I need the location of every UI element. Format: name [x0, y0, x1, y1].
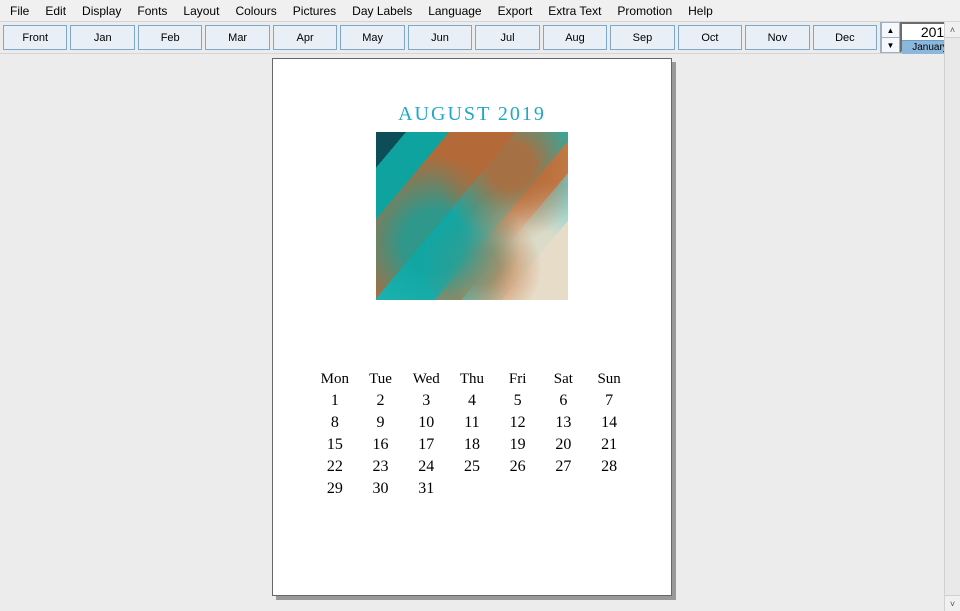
- menu-fonts[interactable]: Fonts: [129, 2, 175, 20]
- caret-down-icon: ˅: [950, 599, 955, 609]
- scroll-down-button[interactable]: ˅: [945, 595, 960, 611]
- day-header-mon: Mon: [312, 368, 358, 390]
- day-cell[interactable]: 15: [312, 434, 358, 456]
- tab-jan[interactable]: Jan: [70, 25, 134, 50]
- tab-mar[interactable]: Mar: [205, 25, 269, 50]
- day-cell[interactable]: 19: [495, 434, 541, 456]
- day-cell[interactable]: 8: [312, 412, 358, 434]
- menu-export[interactable]: Export: [490, 2, 541, 20]
- day-cell[interactable]: 29: [312, 478, 358, 500]
- tab-apr[interactable]: Apr: [273, 25, 337, 50]
- calendar-photo[interactable]: [376, 132, 568, 300]
- day-cell[interactable]: 28: [586, 456, 632, 478]
- tab-dec[interactable]: Dec: [813, 25, 877, 50]
- year-spinner: ▲ ▼: [880, 22, 900, 53]
- day-cell[interactable]: 2: [358, 390, 404, 412]
- day-cell[interactable]: 23: [358, 456, 404, 478]
- day-cell[interactable]: 5: [495, 390, 541, 412]
- day-cell[interactable]: 1: [312, 390, 358, 412]
- day-header-tue: Tue: [358, 368, 404, 390]
- menu-language[interactable]: Language: [420, 2, 489, 20]
- year-up-button[interactable]: ▲: [881, 22, 900, 37]
- menu-file[interactable]: File: [2, 2, 37, 20]
- day-cell[interactable]: [541, 478, 587, 500]
- day-cell[interactable]: 14: [586, 412, 632, 434]
- caret-up-icon: ˄: [950, 25, 955, 35]
- tab-feb[interactable]: Feb: [138, 25, 202, 50]
- menu-layout[interactable]: Layout: [175, 2, 227, 20]
- menu-colours[interactable]: Colours: [227, 2, 284, 20]
- day-cell[interactable]: 11: [449, 412, 495, 434]
- tab-may[interactable]: May: [340, 25, 404, 50]
- tab-jun[interactable]: Jun: [408, 25, 472, 50]
- day-cell[interactable]: 16: [358, 434, 404, 456]
- day-cell[interactable]: [495, 478, 541, 500]
- day-header-sun: Sun: [586, 368, 632, 390]
- day-cell[interactable]: 31: [403, 478, 449, 500]
- day-cell[interactable]: 13: [541, 412, 587, 434]
- day-cell[interactable]: 20: [541, 434, 587, 456]
- tab-sep[interactable]: Sep: [610, 25, 674, 50]
- vertical-scrollbar[interactable]: ˄ ˅: [944, 22, 960, 611]
- month-tab-strip: Front Jan Feb Mar Apr May Jun Jul Aug Se…: [0, 22, 880, 53]
- menu-extratext[interactable]: Extra Text: [540, 2, 609, 20]
- day-cell[interactable]: 30: [358, 478, 404, 500]
- scroll-up-button[interactable]: ˄: [945, 22, 960, 38]
- day-cell[interactable]: 6: [541, 390, 587, 412]
- tab-front[interactable]: Front: [3, 25, 67, 50]
- day-cell[interactable]: 17: [403, 434, 449, 456]
- day-header-sat: Sat: [541, 368, 587, 390]
- day-cell[interactable]: [449, 478, 495, 500]
- calendar-page[interactable]: AUGUST 2019 Mon Tue Wed Thu Fri Sat Sun: [272, 58, 672, 596]
- day-cell[interactable]: 12: [495, 412, 541, 434]
- calendar-grid: Mon Tue Wed Thu Fri Sat Sun 1 2 3 4: [312, 368, 632, 500]
- day-cell[interactable]: 3: [403, 390, 449, 412]
- menu-pictures[interactable]: Pictures: [285, 2, 344, 20]
- day-cell[interactable]: 24: [403, 456, 449, 478]
- day-cell[interactable]: 21: [586, 434, 632, 456]
- month-toolbar: Front Jan Feb Mar Apr May Jun Jul Aug Se…: [0, 22, 960, 54]
- day-cell[interactable]: 27: [541, 456, 587, 478]
- day-cell[interactable]: 25: [449, 456, 495, 478]
- chevron-down-icon: ▼: [887, 41, 895, 50]
- scroll-track[interactable]: [945, 38, 960, 595]
- menu-promotion[interactable]: Promotion: [609, 2, 680, 20]
- menu-edit[interactable]: Edit: [37, 2, 74, 20]
- day-header-fri: Fri: [495, 368, 541, 390]
- day-cell[interactable]: 26: [495, 456, 541, 478]
- menu-bar: File Edit Display Fonts Layout Colours P…: [0, 0, 960, 22]
- day-cell[interactable]: [586, 478, 632, 500]
- tab-nov[interactable]: Nov: [745, 25, 809, 50]
- tab-oct[interactable]: Oct: [678, 25, 742, 50]
- day-cell[interactable]: 22: [312, 456, 358, 478]
- day-cell[interactable]: 4: [449, 390, 495, 412]
- day-cell[interactable]: 9: [358, 412, 404, 434]
- day-cell[interactable]: 10: [403, 412, 449, 434]
- day-cell[interactable]: 7: [586, 390, 632, 412]
- menu-display[interactable]: Display: [74, 2, 129, 20]
- chevron-up-icon: ▲: [887, 26, 895, 35]
- day-header-wed: Wed: [403, 368, 449, 390]
- day-header-thu: Thu: [449, 368, 495, 390]
- document-canvas: AUGUST 2019 Mon Tue Wed Thu Fri Sat Sun: [0, 54, 944, 611]
- menu-daylabels[interactable]: Day Labels: [344, 2, 420, 20]
- page-title: AUGUST 2019: [273, 103, 671, 126]
- menu-help[interactable]: Help: [680, 2, 721, 20]
- day-cell[interactable]: 18: [449, 434, 495, 456]
- tab-jul[interactable]: Jul: [475, 25, 539, 50]
- year-down-button[interactable]: ▼: [881, 37, 900, 53]
- tab-aug[interactable]: Aug: [543, 25, 607, 50]
